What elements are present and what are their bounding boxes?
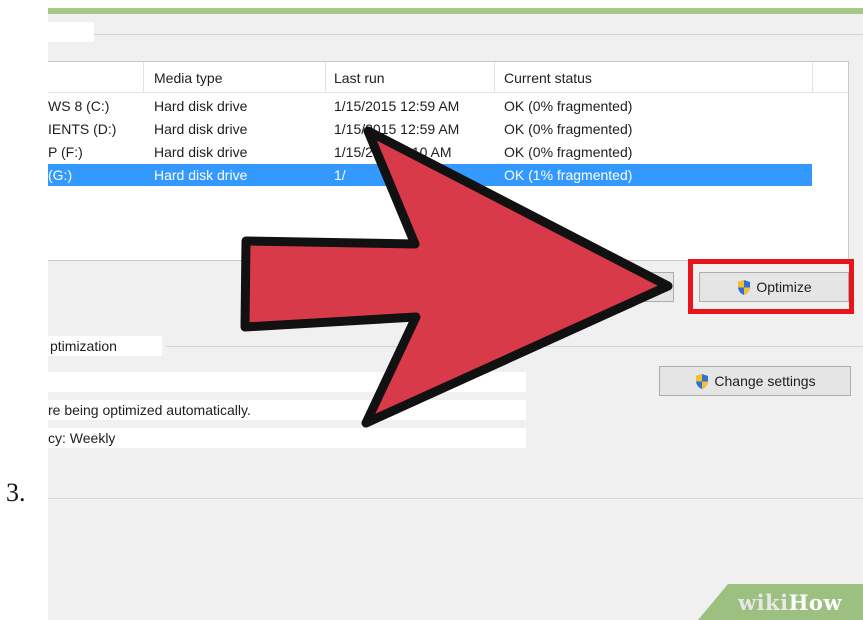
column-separator[interactable] — [494, 62, 495, 92]
shield-icon — [559, 279, 575, 296]
wikihow-watermark: wikiHow — [698, 584, 863, 620]
drive-status: OK (1% fragmented) — [504, 167, 633, 183]
column-header-media-type[interactable]: Media type — [154, 70, 222, 86]
drive-last-run: 1/15/2015 12:59 AM — [334, 121, 460, 137]
column-separator[interactable] — [325, 62, 326, 92]
top-divider — [94, 34, 863, 35]
drive-status: OK (0% fragmented) — [504, 121, 633, 137]
drive-list[interactable]: Media type Last run Current status WS 8 … — [48, 61, 849, 261]
section-divider — [166, 346, 863, 347]
drive-media-type: Hard disk drive — [154, 167, 248, 183]
drive-row[interactable]: IENTS (D:) Hard disk drive 1/15/2015 12:… — [48, 118, 812, 140]
drive-last-run: 1/15/2015 12:59 AM — [334, 98, 460, 114]
drive-name: IENTS (D:) — [48, 121, 117, 137]
drive-name: (G:) — [48, 167, 73, 183]
drive-status: OK (0% fragmented) — [504, 144, 633, 160]
window-top-border — [48, 8, 863, 14]
column-header-current-status[interactable]: Current status — [504, 70, 592, 86]
top-group-label — [48, 22, 94, 42]
optimize-highlight-box — [688, 259, 854, 314]
schedule-frequency-line — [48, 428, 526, 448]
change-settings-label: Change settings — [714, 373, 816, 389]
drive-name: P (F:) — [48, 144, 83, 160]
bottom-divider — [48, 498, 863, 499]
watermark-wiki: wiki — [738, 590, 789, 615]
uac-shield-icon — [694, 373, 710, 390]
column-header-last-run[interactable]: Last run — [334, 70, 385, 86]
step-number: 3. — [6, 478, 26, 507]
drive-row[interactable]: WS 8 (C:) Hard disk drive 1/15/2015 12:5… — [48, 95, 812, 117]
schedule-frequency-text: cy: Weekly — [48, 430, 116, 446]
optimize-drives-window: Media type Last run Current status WS 8 … — [48, 8, 863, 620]
column-separator[interactable] — [812, 62, 813, 92]
drive-list-header: Media type Last run Current status — [48, 62, 848, 93]
drive-name: WS 8 (C:) — [48, 98, 110, 114]
watermark-how: How — [788, 590, 843, 615]
drive-media-type: Hard disk drive — [154, 98, 248, 114]
drive-last-run: 1/ — [334, 167, 346, 183]
analyze-label: Analyze — [579, 279, 629, 295]
drive-media-type: Hard disk drive — [154, 144, 248, 160]
schedule-auto-text: re being optimized automatically. — [48, 402, 251, 418]
column-separator[interactable] — [143, 62, 144, 92]
drive-status: OK (0% fragmented) — [504, 98, 633, 114]
drive-media-type: Hard disk drive — [154, 121, 248, 137]
scheduled-optimization-label: ptimization — [48, 336, 162, 356]
drive-row[interactable]: P (F:) Hard disk drive 1/15/2015 1:10 AM… — [48, 141, 812, 163]
change-settings-button[interactable]: Change settings — [659, 366, 851, 396]
analyze-button[interactable]: Analyze — [514, 272, 674, 302]
drive-row-selected[interactable]: (G:) Hard disk drive 1/ OK (1% fragmente… — [48, 164, 812, 186]
schedule-status-line — [48, 372, 526, 392]
drive-last-run: 1/15/2015 1:10 AM — [334, 144, 452, 160]
